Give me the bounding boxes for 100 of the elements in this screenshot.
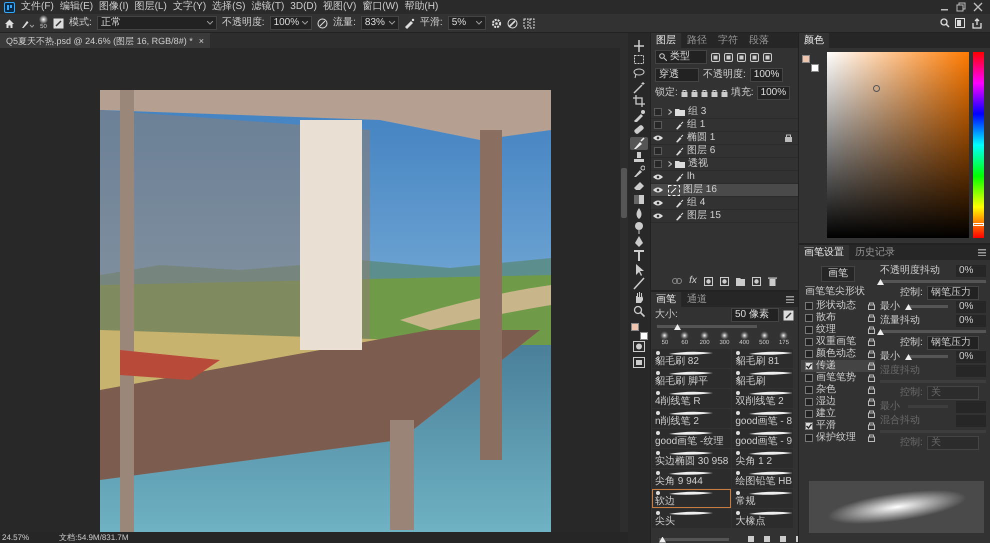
panel-tab[interactable]: 画笔设置 [799,245,849,260]
hue-marker[interactable] [973,222,984,226]
panel-tab[interactable]: 段落 [744,33,774,48]
panel-menu-icon[interactable] [786,296,794,303]
value-field[interactable]: 0% [956,300,986,312]
wand-icon[interactable] [633,81,645,94]
setting-item[interactable]: 形状动态 [801,300,875,312]
line-icon[interactable] [633,277,645,290]
new-brush-icon[interactable] [783,310,794,320]
brush-preset[interactable]: n削线笔 2 [652,409,732,428]
settings-icon[interactable] [490,18,502,28]
zoom-icon[interactable] [633,305,645,318]
setting-item[interactable]: 画笔笔势 [801,372,875,384]
checkbox[interactable] [805,434,813,442]
screen-mode-icon[interactable] [633,357,645,368]
adjustment-icon[interactable] [720,276,729,286]
trash-icon[interactable] [768,276,777,286]
airbrush-icon[interactable] [404,18,415,28]
pressure-size-icon[interactable] [506,18,518,28]
zoom-level[interactable]: 24.57% [2,532,30,543]
menu-item[interactable]: 文字(Y) [172,1,206,13]
layer-filter-dropdown[interactable]: 类型 [655,50,707,64]
brush-presets-button[interactable]: 画笔 [821,266,855,282]
setting-item[interactable]: 散布 [801,312,875,324]
panel-tab[interactable]: 通道 [682,292,712,307]
eraser-icon[interactable] [633,179,645,192]
opacity-field[interactable]: 100% [270,16,312,30]
value-field[interactable]: 0% [956,314,986,326]
smart-filter-icon[interactable] [763,52,772,62]
menu-item[interactable]: 3D(D) [290,1,317,13]
brush-preset[interactable]: good画笔 - 8 [732,409,793,428]
minimum-slider[interactable] [908,303,948,310]
eye-icon[interactable] [653,213,663,219]
new-brush-icon[interactable] [779,535,787,543]
panel-tab[interactable]: 字符 [713,33,743,48]
visibility-toggle[interactable] [654,160,662,168]
fill-field[interactable]: 100% [756,86,790,100]
menu-item[interactable]: 视图(V) [322,1,356,13]
brush-preset[interactable]: 尖角 1 2 [732,449,793,468]
brush-icon[interactable] [633,137,645,150]
folder-icon[interactable] [736,276,745,286]
eye-icon[interactable] [653,187,663,193]
background-color-swatch[interactable] [640,332,648,340]
brush-preset[interactable]: 貂毛刷 82 [652,349,732,368]
dodge-icon[interactable] [633,221,645,234]
panel-tab[interactable]: 路径 [682,33,712,48]
value-field[interactable] [956,400,986,412]
background-color-swatch[interactable] [811,64,819,72]
menu-item[interactable]: 文件(F) [21,1,54,13]
setting-item[interactable]: 杂色 [801,384,875,396]
lasso-icon[interactable] [633,67,645,80]
control-dropdown[interactable]: 钢笔压力 [926,286,979,300]
scrollbar[interactable] [620,48,628,532]
eyedropper-icon[interactable] [633,109,645,122]
hue-slider[interactable] [973,52,984,238]
blend-mode-dropdown[interactable]: 穿透 [655,68,699,82]
menu-item[interactable]: 窗口(W) [362,1,398,13]
flow-field[interactable]: 83% [360,16,399,30]
layer-row[interactable]: 透视 [651,158,798,171]
control-dropdown[interactable]: 钢笔压力 [926,336,979,350]
brush-preset[interactable]: good画笔 -纹理 [652,429,732,448]
brush-tip-shape-item[interactable]: 画笔笔尖形状 [801,286,875,298]
size-field[interactable]: 50 像素 [731,308,779,322]
move-icon[interactable] [633,39,645,52]
tab-close-button[interactable]: × [198,34,204,46]
brush-preset[interactable]: 貂毛刷 81 [732,349,793,368]
menu-item[interactable]: 滤镜(T) [252,1,284,13]
fx-button[interactable]: fx [689,275,697,287]
brush-preset[interactable]: 实边椭圆 30 958 [652,449,732,468]
panel-tab[interactable]: 历史记录 [850,245,900,260]
layer-row[interactable]: 图层 6 [651,145,798,158]
layer-opacity-field[interactable]: 100% [750,68,784,82]
panel-tab[interactable]: 颜色 [799,33,829,48]
close-icon[interactable] [972,2,984,12]
brush-preset[interactable]: good画笔 - 9 [732,429,793,448]
setting-item[interactable]: 保护纹理 [801,432,875,444]
eye-icon[interactable] [653,174,663,180]
checkbox[interactable] [805,386,813,394]
menu-item[interactable]: 图像(I) [99,1,129,13]
checkbox[interactable] [805,374,813,382]
workspace-icon[interactable] [955,18,967,28]
quick-mask-icon[interactable] [633,341,645,352]
crop-icon[interactable] [633,95,645,108]
stamp-icon[interactable] [633,151,645,164]
minimum-slider[interactable] [908,353,948,360]
value-field[interactable]: 0% [956,264,986,276]
lock-all-icon[interactable] [720,89,728,97]
checkbox[interactable] [805,410,813,418]
link-icon[interactable] [672,278,682,284]
mask-icon[interactable] [704,276,713,286]
search-icon[interactable] [940,18,950,28]
menu-item[interactable]: 编辑(E) [60,1,94,13]
chevron-icon[interactable] [668,109,672,115]
eye-icon[interactable] [653,200,663,206]
slider-thumb[interactable] [905,304,912,310]
history-brush-icon[interactable] [633,165,645,178]
slider-thumb[interactable] [905,354,912,360]
color-picker-ring[interactable] [873,85,880,92]
foreground-color-swatch[interactable] [630,323,638,331]
brush-preset[interactable]: 软边 [652,489,732,508]
